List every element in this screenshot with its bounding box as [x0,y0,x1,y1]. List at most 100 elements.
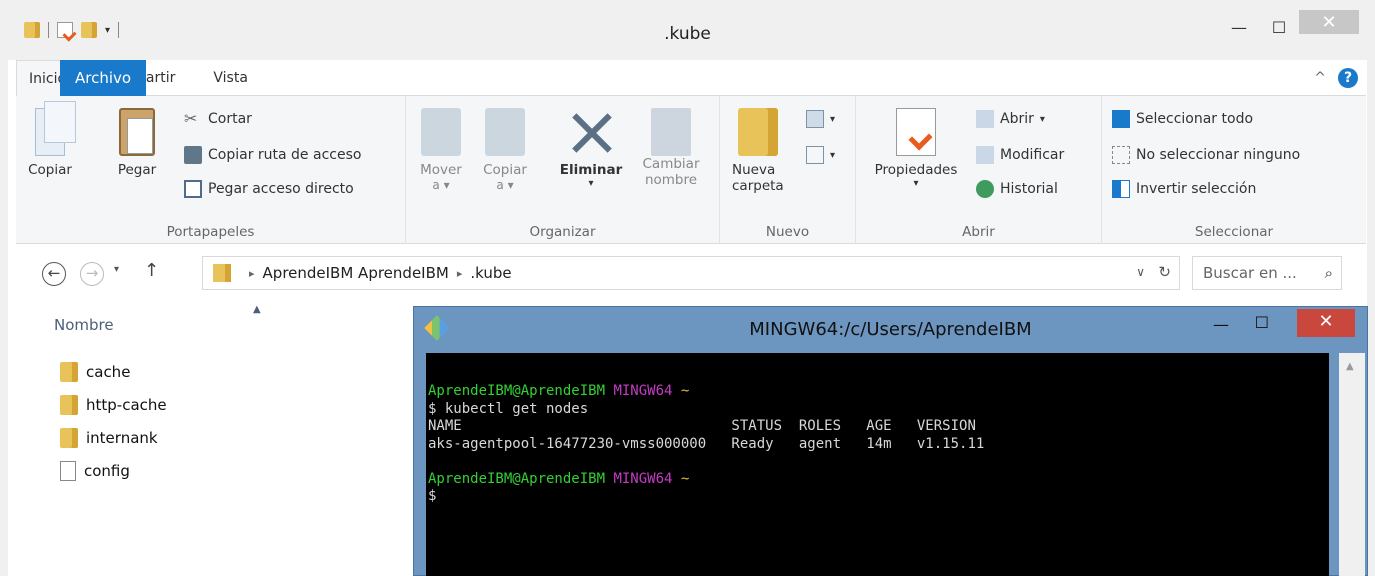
chevron-right-icon[interactable]: ▸ [457,267,463,280]
maximize-button[interactable]: ☐ [1263,10,1295,44]
easy-access-button[interactable]: ▾ [806,146,835,164]
new-folder-icon [738,108,778,156]
close-button[interactable]: ✕ [1299,10,1359,34]
tab-view[interactable]: Vista [201,60,260,96]
edit-icon [976,146,994,164]
file-icon [60,461,76,481]
open-button[interactable]: Abrir ▾ [976,110,1045,128]
ribbon-options: ^ ? [1314,68,1358,88]
open-group-label: Abrir [962,224,995,240]
paste-shortcut-button[interactable]: Pegar acceso directo [184,180,354,198]
terminal-close-button[interactable]: ✕ [1297,309,1355,337]
item-name: http-cache [86,396,167,414]
new-folder-button[interactable]: Nueva carpeta [732,108,792,194]
open-group: Propiedades ▾ Abrir ▾ Modificar Historia… [856,96,1102,244]
up-button[interactable]: ↑ [144,260,159,281]
paste-icon [119,108,155,156]
prompt-user: AprendeIBM@AprendeIBM [428,383,606,399]
minimize-button[interactable]: — [1219,10,1259,44]
list-item[interactable]: cache [60,362,130,382]
list-item[interactable]: http-cache [60,395,167,415]
breadcrumb-user[interactable]: AprendeIBM AprendeIBM [263,264,449,282]
cut-label: Cortar [208,111,252,127]
copy-path-label: Copiar ruta de acceso [208,147,362,163]
rename-icon [651,108,691,156]
copy-icon [35,101,76,156]
folder-icon [213,264,231,282]
select-none-button[interactable]: No seleccionar ninguno [1112,146,1300,164]
history-label: Historial [1000,181,1058,197]
terminal-minimize-button[interactable]: — [1213,315,1229,334]
new-item-button[interactable]: ▾ [806,110,835,128]
select-none-icon [1112,146,1130,164]
invert-selection-button[interactable]: Invertir selección [1112,180,1256,198]
recent-locations-icon[interactable]: ▾ [114,264,119,275]
clipboard-group: Copiar Pegar ✂ Cortar Copiar ruta de acc… [16,96,406,244]
select-group: Seleccionar todo No seleccionar ninguno … [1102,96,1366,244]
copy-path-icon [184,146,202,164]
copy-to-icon [485,108,525,156]
edit-label: Modificar [1000,147,1065,163]
new-folder-label-2: carpeta [732,178,784,194]
list-item[interactable]: config [60,461,130,481]
address-bar[interactable]: ▸ AprendeIBM AprendeIBM ▸ .kube ∨ ↻ [202,256,1180,290]
file-list: ▲ Nombre cache http-cache internank conf… [16,302,436,576]
column-header-name[interactable]: Nombre [54,316,114,334]
delete-button[interactable]: Eliminar ▾ [556,108,626,189]
item-name: config [84,462,130,480]
select-all-button[interactable]: Seleccionar todo [1112,110,1253,128]
list-item[interactable]: internank [60,428,158,448]
prompt-dir: ~ [680,470,690,487]
forward-button[interactable]: → [80,262,104,286]
search-input[interactable]: Buscar en ... ⌕ [1192,256,1342,290]
terminal-output[interactable]: AprendeIBM@AprendeIBM MINGW64 ~ $ kubect… [426,353,1329,576]
tab-file[interactable]: Archivo [60,60,147,96]
new-group-label: Nuevo [765,224,810,240]
help-icon[interactable]: ? [1338,68,1358,88]
copy-button[interactable]: Copiar [28,101,76,178]
rename-label-1: Cambiar [642,156,700,172]
delete-label: Eliminar [559,162,623,178]
search-placeholder: Buscar en ... [1203,264,1297,282]
properties-button[interactable]: Propiedades ▾ [864,108,968,189]
ribbon-tabs: Archivo Inicio Compartir Vista ^ ? [16,60,1366,97]
rename-label-2: nombre [644,172,698,188]
folder-icon [60,428,78,448]
back-button[interactable]: ← [42,262,66,286]
cut-button[interactable]: ✂ Cortar [184,110,252,128]
refresh-icon[interactable]: ↻ [1158,263,1171,281]
history-button[interactable]: Historial [976,180,1058,198]
ribbon: Copiar Pegar ✂ Cortar Copiar ruta de acc… [16,96,1366,244]
edit-button[interactable]: Modificar [976,146,1064,164]
copy-to-label-2: a [496,178,504,192]
copy-to-button[interactable]: Copiar a ▾ [478,108,532,192]
breadcrumb-kube[interactable]: .kube [470,264,511,282]
move-to-icon [421,108,461,156]
organize-group-label: Organizar [529,224,596,240]
collapse-ribbon-icon[interactable]: ^ [1314,70,1326,86]
clipboard-group-label: Portapapeles [166,224,255,240]
scroll-up-icon[interactable]: ▲ [1346,361,1354,372]
select-none-label: No seleccionar ninguno [1136,147,1301,163]
properties-label: Propiedades [874,162,958,178]
paste-shortcut-label: Pegar acceso directo [208,181,354,197]
easy-access-icon [806,146,824,164]
invert-selection-icon [1112,180,1130,198]
chevron-right-icon[interactable]: ▸ [249,267,255,280]
explorer-titlebar: ▾ .kube — ☐ ✕ [8,0,1367,60]
move-to-button[interactable]: Mover a ▾ [416,108,466,192]
history-icon [976,180,994,198]
terminal-maximize-button[interactable]: ☐ [1255,313,1269,332]
prompt-user: AprendeIBM@AprendeIBM [428,470,606,487]
terminal-scrollbar[interactable]: ▲ [1339,353,1365,576]
rename-button[interactable]: Cambiar nombre [634,108,708,188]
address-dropdown-icon[interactable]: ∨ [1136,265,1145,279]
prompt-dir: ~ [680,383,690,399]
copy-path-button[interactable]: Copiar ruta de acceso [184,146,361,164]
table-row: aks-agentpool-16477230-vmss000000 Ready … [428,435,985,452]
terminal-titlebar: MINGW64:/c/Users/AprendeIBM — ☐ ✕ [414,307,1367,353]
search-icon: ⌕ [1324,264,1333,282]
paste-button[interactable]: Pegar [112,108,162,178]
scissors-icon: ✂ [184,109,198,128]
address-bar-row: ← → ▾ ↑ ▸ AprendeIBM AprendeIBM ▸ .kube … [16,244,1366,302]
